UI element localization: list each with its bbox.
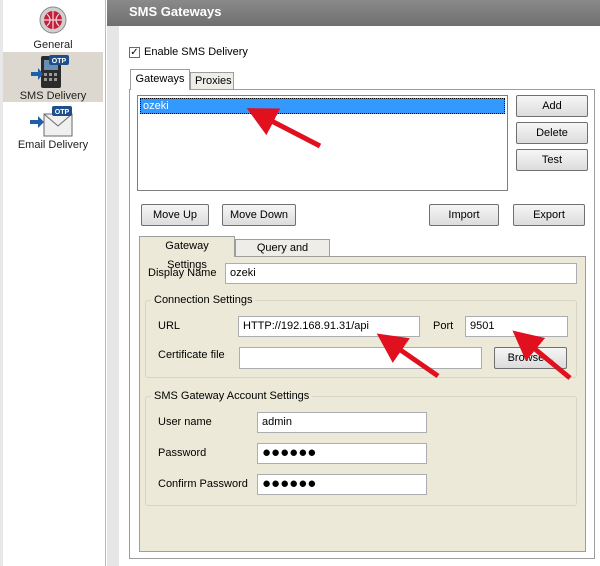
email-otp-envelope-icon: OTP [30, 106, 73, 137]
sms-otp-phone-icon: OTP [31, 55, 69, 88]
confirm-password-field[interactable]: ●●●●●● [257, 474, 427, 495]
nav-label-sms-delivery: SMS Delivery [19, 90, 87, 102]
user-name-field[interactable]: admin [257, 412, 427, 433]
move-down-button[interactable]: Move Down [222, 204, 296, 226]
tab-gateway-settings[interactable]: Gateway Settings [139, 236, 235, 271]
certificate-file-field[interactable] [239, 347, 482, 369]
port-field[interactable]: 9501 [465, 316, 568, 337]
svg-text:OTP: OTP [55, 109, 70, 116]
nav-item-email-delivery[interactable]: OTP Email Delivery [3, 102, 103, 154]
browse-button[interactable]: Browse... [494, 347, 567, 369]
left-nav: General OTP SMS Delivery OTP Email Deliv… [0, 0, 106, 566]
enable-sms-checkbox[interactable]: ✓ [129, 47, 140, 58]
gateway-list[interactable]: ozeki [137, 95, 508, 191]
password-field[interactable]: ●●●●●● [257, 443, 427, 464]
port-label: Port [433, 320, 454, 332]
gateway-list-item[interactable]: ozeki [140, 98, 505, 114]
tab-proxies[interactable]: Proxies [190, 72, 234, 90]
svg-text:OTP: OTP [52, 58, 67, 65]
display-name-field[interactable]: ozeki [225, 263, 577, 284]
page-header: SMS Gateways [107, 0, 600, 26]
page-title: SMS Gateways [129, 4, 222, 19]
certificate-file-label: Certificate file [158, 349, 225, 361]
tab-query-and-result[interactable]: Query and Result [235, 239, 330, 270]
add-button[interactable]: Add [516, 95, 588, 117]
url-label: URL [158, 320, 181, 332]
nav-label-general: General [33, 39, 73, 51]
url-field[interactable]: HTTP://192.168.91.31/api [238, 316, 420, 337]
general-globe-icon [39, 6, 67, 34]
delete-button[interactable]: Delete [516, 122, 588, 144]
user-name-label: User name [158, 416, 212, 428]
connection-settings-title: Connection Settings [151, 294, 256, 306]
test-button[interactable]: Test [516, 149, 588, 171]
nav-item-sms-delivery[interactable]: OTP SMS Delivery [3, 52, 103, 102]
tab-gateways[interactable]: Gateways [130, 69, 190, 90]
confirm-password-label: Confirm Password [158, 478, 248, 490]
move-up-button[interactable]: Move Up [141, 204, 209, 226]
password-label: Password [158, 447, 207, 459]
nav-label-email-delivery: Email Delivery [17, 139, 89, 151]
nav-item-general[interactable]: General [3, 0, 103, 52]
enable-sms-label: Enable SMS Delivery [144, 46, 248, 58]
export-button[interactable]: Export [513, 204, 585, 226]
account-settings-title: SMS Gateway Account Settings [151, 390, 313, 402]
import-button[interactable]: Import [429, 204, 499, 226]
